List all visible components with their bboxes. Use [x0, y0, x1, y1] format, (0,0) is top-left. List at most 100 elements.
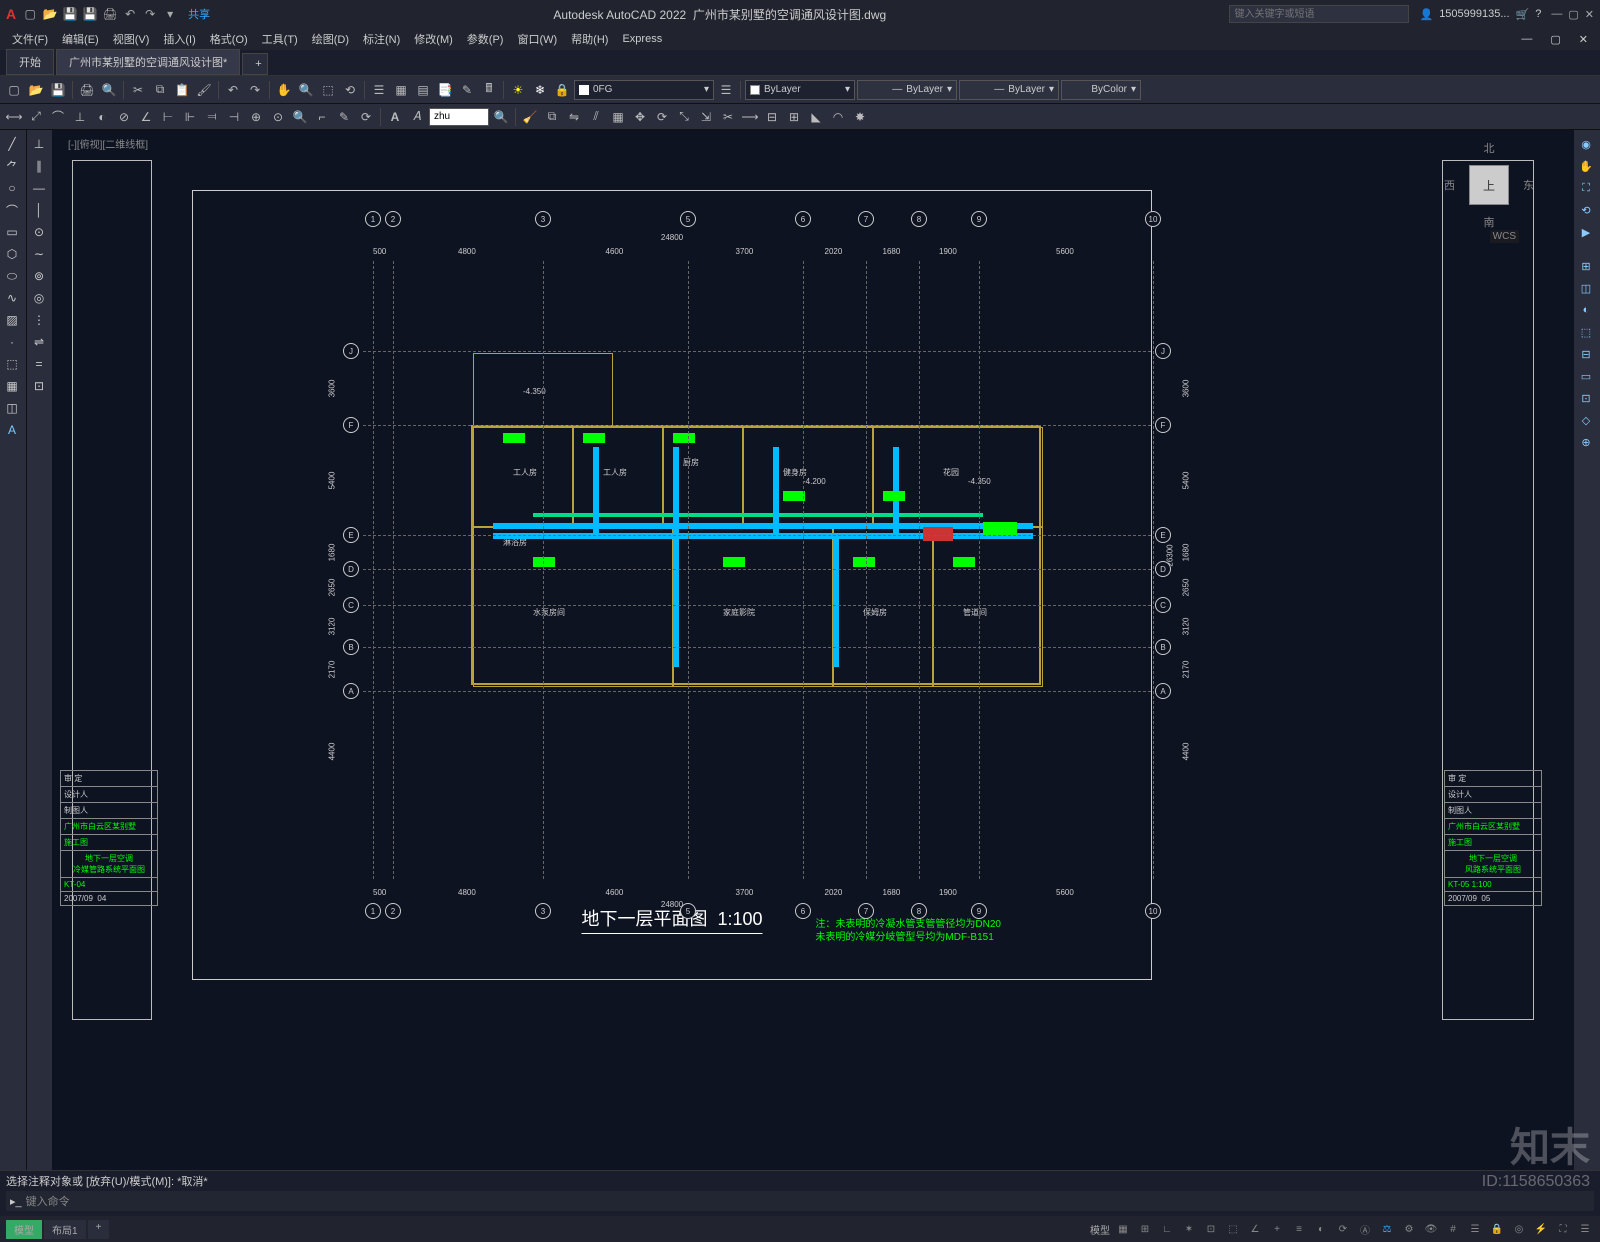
tab-active[interactable]: 广州市某别墅的空调通风设计图*: [56, 49, 240, 75]
erase-icon[interactable]: 🧹: [520, 107, 540, 127]
lwt-icon[interactable]: ≡: [1290, 1220, 1308, 1238]
dropdown-icon[interactable]: ▾: [162, 6, 178, 22]
section-icon[interactable]: ⊟: [1576, 344, 1596, 364]
menu-express[interactable]: Express: [616, 31, 668, 47]
saveas-icon[interactable]: 💾: [82, 6, 98, 22]
dim-dia-icon[interactable]: ⊘: [114, 107, 134, 127]
collinear-icon[interactable]: ⋮: [29, 310, 49, 330]
dim-aligned-icon[interactable]: ⤢: [26, 107, 46, 127]
polygon-icon[interactable]: ⬡: [2, 244, 22, 264]
block-icon[interactable]: ⬚: [2, 354, 22, 374]
menu-file[interactable]: 文件(F): [6, 29, 54, 49]
concentric-icon[interactable]: ◎: [29, 288, 49, 308]
horiz-icon[interactable]: —: [29, 178, 49, 198]
sun-icon[interactable]: ☀: [508, 80, 528, 100]
save-icon[interactable]: 💾: [62, 6, 78, 22]
layer-dropdown[interactable]: 0FG▾: [574, 80, 714, 100]
dyn-input-icon[interactable]: +: [1268, 1220, 1286, 1238]
clean-screen-icon[interactable]: ⛶: [1554, 1220, 1572, 1238]
open-file-icon[interactable]: 📂: [26, 80, 46, 100]
tolerance-icon[interactable]: ⊕: [246, 107, 266, 127]
dim-ang-icon[interactable]: ∠: [136, 107, 156, 127]
break-icon[interactable]: ⊟: [762, 107, 782, 127]
chamfer-icon[interactable]: ◣: [806, 107, 826, 127]
model-tab[interactable]: 模型: [6, 1220, 42, 1239]
layer-states-icon[interactable]: ☰: [716, 80, 736, 100]
dim-base-icon[interactable]: ⊢: [158, 107, 178, 127]
zoom-icon[interactable]: 🔍: [296, 80, 316, 100]
osnap-icon[interactable]: ⊡: [1202, 1220, 1220, 1238]
viewcube-top[interactable]: 上: [1469, 165, 1509, 205]
tab-start[interactable]: 开始: [6, 49, 54, 75]
hatch-icon[interactable]: ▨: [2, 310, 22, 330]
ortho-icon[interactable]: ∟: [1158, 1220, 1176, 1238]
wcs-label[interactable]: WCS: [1490, 230, 1519, 243]
cart-icon[interactable]: 🛒: [1516, 8, 1530, 21]
child-minimize-icon[interactable]: —: [1515, 31, 1538, 48]
close-icon[interactable]: ✕: [1585, 8, 1594, 21]
symmetric-icon[interactable]: ⇌: [29, 332, 49, 352]
dim-radius-icon[interactable]: ◐: [92, 107, 112, 127]
pan-icon[interactable]: ✋: [274, 80, 294, 100]
scale-icon[interactable]: ⤡: [674, 107, 694, 127]
constraint-icon[interactable]: ⊥: [29, 134, 49, 154]
arc-icon[interactable]: ⌒: [2, 200, 22, 220]
dim-ord-icon[interactable]: ⊥: [70, 107, 90, 127]
jog-icon[interactable]: ⌐: [312, 107, 332, 127]
explode-icon[interactable]: ✸: [850, 107, 870, 127]
new-icon[interactable]: ▢: [22, 6, 38, 22]
menu-window[interactable]: 窗口(W): [511, 29, 563, 49]
trim-icon[interactable]: ✂: [718, 107, 738, 127]
mirror-icon[interactable]: ⇋: [564, 107, 584, 127]
command-input[interactable]: 键入命令: [26, 1193, 70, 1209]
fillet-icon[interactable]: ◠: [828, 107, 848, 127]
color-dropdown[interactable]: ByLayer▾: [745, 80, 855, 100]
match-icon[interactable]: 🖌: [194, 80, 214, 100]
font-input[interactable]: [429, 108, 489, 126]
customize-icon[interactable]: ☰: [1576, 1220, 1594, 1238]
plotstyle-dropdown[interactable]: ByColor ▾: [1061, 80, 1141, 100]
region-icon[interactable]: ◫: [2, 398, 22, 418]
snap-mode-icon[interactable]: ⊞: [1136, 1220, 1154, 1238]
dim-break-icon[interactable]: ⊣: [224, 107, 244, 127]
model-label[interactable]: 模型: [1090, 1222, 1110, 1237]
rotate-icon[interactable]: ⟳: [652, 107, 672, 127]
array-icon[interactable]: ▦: [608, 107, 628, 127]
tangent-icon[interactable]: ⊙: [29, 222, 49, 242]
fix-icon[interactable]: ⊡: [29, 376, 49, 396]
child-close-icon[interactable]: ✕: [1573, 31, 1594, 48]
calc-icon[interactable]: 🖩: [479, 80, 499, 100]
linetype-dropdown[interactable]: — ByLayer ▾: [857, 80, 957, 100]
layout1-tab[interactable]: 布局1: [44, 1220, 86, 1239]
open-icon[interactable]: 📂: [42, 6, 58, 22]
zoom-window-icon[interactable]: ⬚: [318, 80, 338, 100]
full-nav-wheel-icon[interactable]: ◉: [1576, 134, 1596, 154]
pline-icon[interactable]: ⺈: [2, 156, 22, 176]
point-icon[interactable]: ·: [2, 332, 22, 352]
search-input[interactable]: [1229, 5, 1409, 23]
properties-icon[interactable]: ☰: [369, 80, 389, 100]
ucs-icon[interactable]: ⊞: [1576, 256, 1596, 276]
text-style-icon[interactable]: 𝐴: [407, 107, 427, 127]
orbit-icon[interactable]: ⟲: [1576, 200, 1596, 220]
zoom-prev-icon[interactable]: ⟲: [340, 80, 360, 100]
plot-icon[interactable]: 🖨: [102, 6, 118, 22]
zoom-extents-icon[interactable]: ⛶: [1576, 178, 1596, 198]
redo2-icon[interactable]: ↷: [245, 80, 265, 100]
stretch-icon[interactable]: ⇲: [696, 107, 716, 127]
visual-style-icon[interactable]: ◐: [1576, 300, 1596, 320]
spline-icon[interactable]: ∿: [2, 288, 22, 308]
copy-icon[interactable]: ⧉: [150, 80, 170, 100]
print-icon[interactable]: 🖨: [77, 80, 97, 100]
parallel-icon[interactable]: ∥: [29, 156, 49, 176]
otrack-icon[interactable]: ∠: [1246, 1220, 1264, 1238]
transparency-icon[interactable]: ◐: [1312, 1220, 1330, 1238]
undo2-icon[interactable]: ↶: [223, 80, 243, 100]
anno-monitor-icon[interactable]: 👁: [1422, 1220, 1440, 1238]
menu-dim[interactable]: 标注(N): [357, 29, 406, 49]
sheet-set-icon[interactable]: 📑: [435, 80, 455, 100]
anno-icon[interactable]: Ⓐ: [1356, 1220, 1374, 1238]
dim-linear-icon[interactable]: ⟷: [4, 107, 24, 127]
grid-snap-icon[interactable]: ▦: [1114, 1220, 1132, 1238]
find-icon[interactable]: 🔍: [491, 107, 511, 127]
